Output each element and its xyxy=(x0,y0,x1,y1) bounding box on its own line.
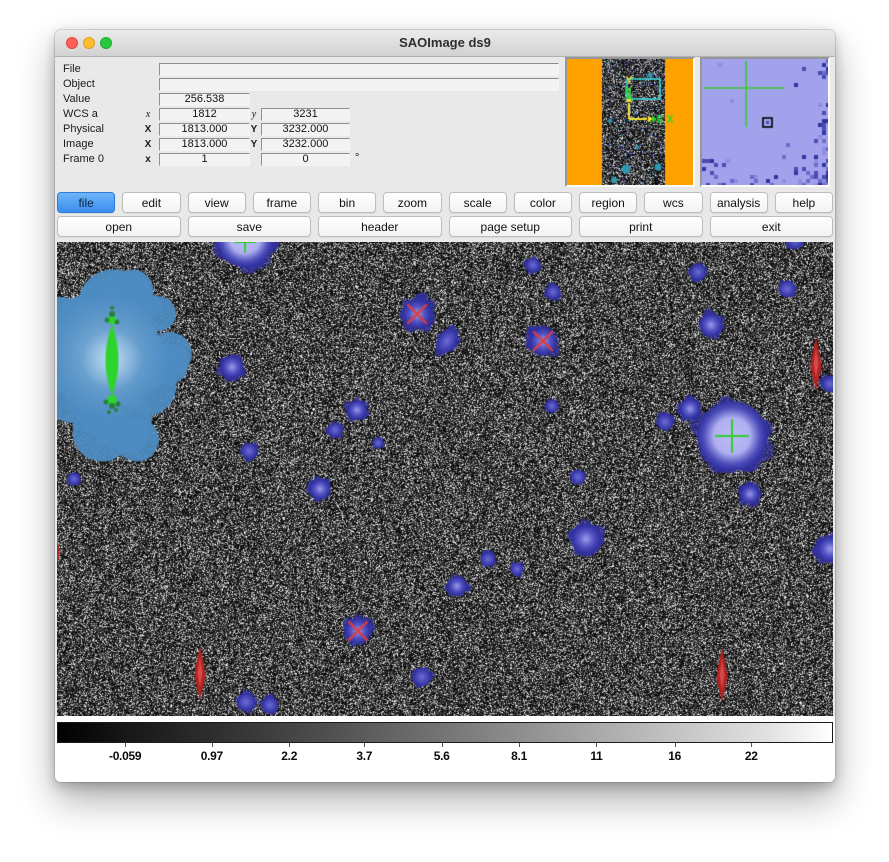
menu-help-button[interactable]: help xyxy=(775,192,833,213)
physical-x-label: X xyxy=(141,123,155,136)
menu-zoom-button[interactable]: zoom xyxy=(383,192,441,213)
wcs-x-field[interactable]: 1812 xyxy=(159,108,250,121)
menu-view-button[interactable]: view xyxy=(188,192,246,213)
physical-y-field[interactable]: 3232.000 xyxy=(261,123,350,136)
colorbar-tick xyxy=(212,743,213,747)
colorbar-tick-label: 22 xyxy=(745,749,758,763)
physical-x-field[interactable]: 1813.000 xyxy=(159,123,250,136)
frame-label: Frame 0 xyxy=(63,153,143,166)
panner-canvas[interactable] xyxy=(567,59,693,185)
object-field[interactable] xyxy=(159,78,559,91)
magnifier-panel[interactable] xyxy=(700,57,830,187)
menu-edit-button[interactable]: edit xyxy=(122,192,180,213)
menu-bin-button[interactable]: bin xyxy=(318,192,376,213)
desktop: SAOImage ds9 File Object Value 256.538 W… xyxy=(0,0,889,862)
print-button[interactable]: print xyxy=(579,216,703,237)
menu-region-button[interactable]: region xyxy=(579,192,637,213)
degree-symbol: ° xyxy=(355,152,359,164)
colorbar-tick xyxy=(519,743,520,747)
save-button[interactable]: save xyxy=(188,216,312,237)
image-x-label: X xyxy=(141,138,155,151)
image-canvas[interactable] xyxy=(57,242,833,716)
ds9-window: SAOImage ds9 File Object Value 256.538 W… xyxy=(55,30,835,782)
menu-wcs-button[interactable]: wcs xyxy=(644,192,702,213)
menu-color-button[interactable]: color xyxy=(514,192,572,213)
colorbar-tick xyxy=(596,743,597,747)
menu-frame-button[interactable]: frame xyxy=(253,192,311,213)
window-title: SAOImage ds9 xyxy=(55,35,835,50)
object-label: Object xyxy=(63,78,143,91)
wcs-y-field[interactable]: 3231 xyxy=(261,108,350,121)
colorbar-tick xyxy=(289,743,290,747)
frame-x-label: x xyxy=(141,153,155,166)
colorbar-tick xyxy=(751,743,752,747)
frame-rotation-field[interactable]: 0 xyxy=(261,153,350,166)
wcs-y-label: y xyxy=(247,108,261,121)
menu-scale-button[interactable]: scale xyxy=(449,192,507,213)
file-label: File xyxy=(63,63,143,76)
value-field[interactable]: 256.538 xyxy=(159,93,250,106)
colorbar-tick-label: 3.7 xyxy=(356,749,372,763)
wcs-label: WCS a xyxy=(63,108,143,121)
open-button[interactable]: open xyxy=(57,216,181,237)
frame-zoom-field[interactable]: 1 xyxy=(159,153,250,166)
image-y-label: Y xyxy=(247,138,261,151)
colorbar-tick-label: 16 xyxy=(668,749,681,763)
colorbar-tick xyxy=(442,743,443,747)
image-x-field[interactable]: 1813.000 xyxy=(159,138,250,151)
title-bar[interactable]: SAOImage ds9 xyxy=(55,30,835,57)
colorbar-tick-label: -0.059 xyxy=(109,749,141,763)
wcs-x-label: x xyxy=(141,108,155,121)
colorbar[interactable] xyxy=(57,722,833,743)
colorbar-tick xyxy=(125,743,126,747)
colorbar-tick-label: 5.6 xyxy=(434,749,450,763)
image-y-field[interactable]: 3232.000 xyxy=(261,138,350,151)
magnifier-canvas[interactable] xyxy=(702,59,828,185)
colorbar-tick xyxy=(675,743,676,747)
panner-panel[interactable] xyxy=(565,57,695,187)
menu-file-button[interactable]: file xyxy=(57,192,115,213)
menu-analysis-button[interactable]: analysis xyxy=(710,192,768,213)
file-field[interactable] xyxy=(159,63,559,76)
header-button[interactable]: header xyxy=(318,216,442,237)
colorbar-tick-label: 2.2 xyxy=(281,749,297,763)
physical-label: Physical xyxy=(63,123,143,136)
colorbar-tick-label: 8.1 xyxy=(511,749,527,763)
colorbar-section: -0.059 0.97 2.2 3.7 5.6 8.1 11 16 22 xyxy=(55,716,835,782)
colorbar-tick-label: 11 xyxy=(590,749,602,763)
colorbar-tick-label: 0.97 xyxy=(201,749,223,763)
page-setup-button[interactable]: page setup xyxy=(449,216,573,237)
physical-y-label: Y xyxy=(247,123,261,136)
file-action-row: open save header page setup print exit xyxy=(57,216,833,237)
colorbar-tick xyxy=(364,743,365,747)
menu-button-row: file edit view frame bin zoom scale colo… xyxy=(57,192,833,213)
image-label: Image xyxy=(63,138,143,151)
exit-button[interactable]: exit xyxy=(710,216,834,237)
value-label: Value xyxy=(63,93,143,106)
